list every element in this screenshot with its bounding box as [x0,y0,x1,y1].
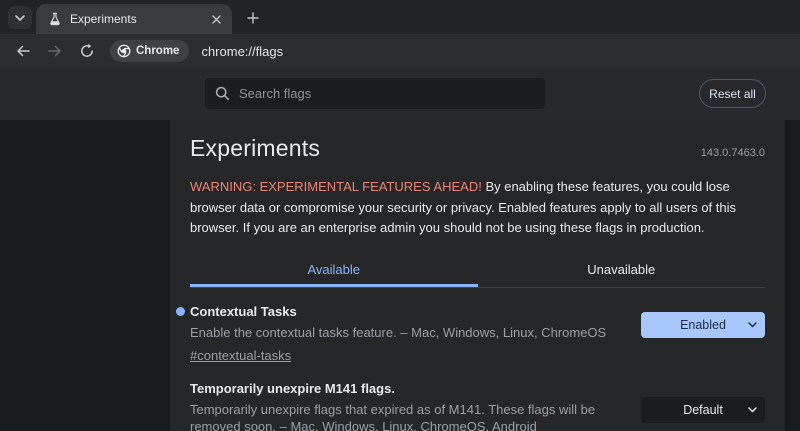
search-icon [215,86,230,101]
version-number: 143.0.7463.0 [701,147,765,159]
select-value: Default [683,403,723,417]
tab-search-button[interactable] [8,6,32,29]
forward-button[interactable] [42,38,68,64]
plus-icon [247,12,259,24]
reload-button[interactable] [74,38,100,64]
chevron-down-icon [15,15,25,21]
flag-row-contextual-tasks: Contextual Tasks Enable the contextual t… [190,288,765,365]
chevron-down-icon [748,322,757,328]
chip-label: Chrome [136,45,179,57]
browser-toolbar: Chrome chrome://flags [0,34,800,68]
browser-window: Experiments [0,0,800,431]
tab-strip: Experiments [0,0,800,34]
forward-arrow-icon [47,43,63,59]
flags-tabs: Available Unavailable [190,254,765,288]
flag-description: Temporarily unexpire flags that expired … [190,401,615,431]
search-input[interactable] [239,86,535,101]
experiments-card: Experiments 143.0.7463.0 WARNING: EXPERI… [170,120,785,431]
search-flags-box[interactable] [205,78,545,109]
flag-name: Temporarily unexpire M141 flags. [190,381,615,396]
tab-unavailable[interactable]: Unavailable [478,254,766,287]
reset-all-button[interactable]: Reset all [699,79,766,108]
modified-indicator-dot [176,307,185,316]
flask-icon [48,12,62,26]
browser-tab-experiments[interactable]: Experiments [36,4,232,34]
new-tab-button[interactable] [242,7,264,29]
flag-description: Enable the contextual tasks feature. – M… [190,324,615,341]
flags-content: Experiments 143.0.7463.0 WARNING: EXPERI… [0,120,800,431]
chevron-down-icon [748,407,757,413]
url-text[interactable]: chrome://flags [201,44,283,59]
tab-available[interactable]: Available [190,254,478,287]
flags-header: Reset all [0,68,800,120]
flag-select-unexpire-m141[interactable]: Default [641,397,765,423]
warning-highlight: WARNING: EXPERIMENTAL FEATURES AHEAD! [190,179,482,194]
flag-name: Contextual Tasks [190,304,615,319]
flag-permalink[interactable]: #contextual-tasks [190,348,291,363]
tab-title: Experiments [70,12,208,26]
flag-select-contextual-tasks[interactable]: Enabled [641,312,765,338]
warning-text: WARNING: EXPERIMENTAL FEATURES AHEAD! By… [190,177,765,239]
tab-close-icon[interactable] [208,11,224,27]
chrome-logo-icon [117,44,131,58]
back-arrow-icon [15,43,31,59]
select-value: Enabled [680,318,726,332]
flag-row-unexpire-m141: Temporarily unexpire M141 flags. Tempora… [190,365,765,431]
chrome-chip[interactable]: Chrome [110,40,189,62]
page-title: Experiments [190,135,320,162]
reload-icon [79,43,95,59]
back-button[interactable] [10,38,36,64]
